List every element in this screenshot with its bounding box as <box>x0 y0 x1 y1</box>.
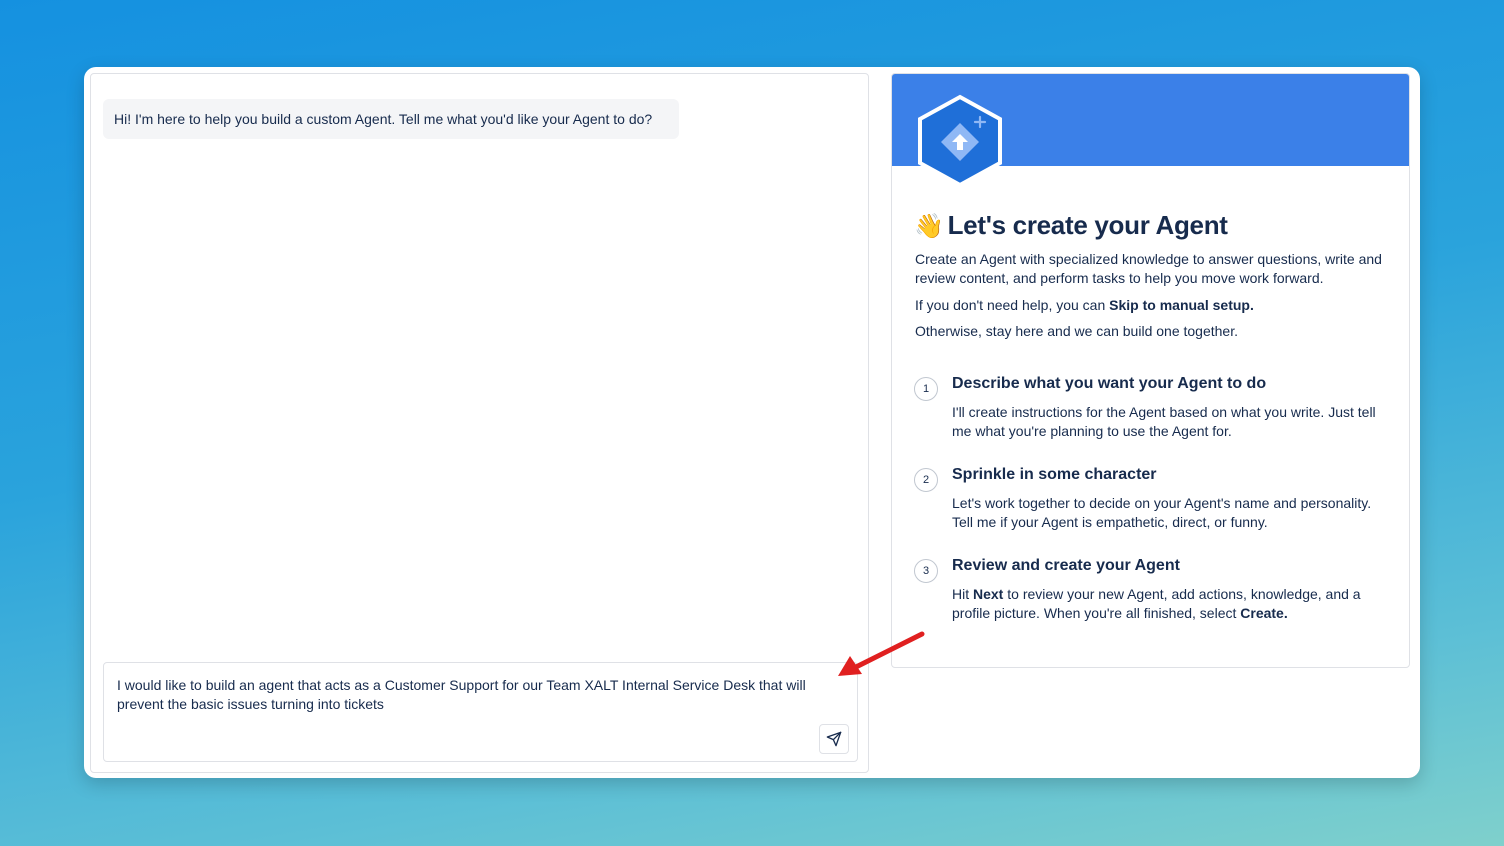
send-icon <box>826 731 842 747</box>
create-agent-info-panel: 👋 Let's create your Agent Create an Agent… <box>891 73 1410 668</box>
agent-hexagon-logo-icon <box>918 94 1002 188</box>
skip-text: If you don't need help, you can Skip to … <box>915 296 1385 315</box>
page-title-text: Let's create your Agent <box>947 210 1228 240</box>
step-desc-part: Hit <box>952 586 973 602</box>
step-number: 1 <box>914 377 938 401</box>
next-keyword: Next <box>973 586 1004 602</box>
step-number: 3 <box>914 559 938 583</box>
annotation-arrow-icon <box>838 631 925 676</box>
page-title: 👋 Let's create your Agent <box>914 210 1228 241</box>
agent-builder-window: Hi! I'm here to help you build a custom … <box>84 67 1420 778</box>
step-number: 2 <box>914 468 938 492</box>
intro-text: Create an Agent with specialized knowled… <box>915 251 1382 286</box>
step-description: Let's work together to decide on your Ag… <box>952 495 1372 530</box>
step-title: Sprinkle in some character <box>952 466 1157 483</box>
waving-hand-icon: 👋 <box>914 213 944 240</box>
skip-prefix: If you don't need help, you can <box>915 297 1110 313</box>
step-title: Review and create your Agent <box>952 557 1180 574</box>
bot-message-bubble: Hi! I'm here to help you build a custom … <box>103 99 679 139</box>
chat-input-field[interactable]: I would like to build an agent that acts… <box>117 676 837 714</box>
step-description: Hit Next to review your new Agent, add a… <box>952 585 1392 623</box>
chat-panel: Hi! I'm here to help you build a custom … <box>90 73 869 773</box>
chat-input-box[interactable]: I would like to build an agent that acts… <box>103 662 858 762</box>
step-title: Describe what you want your Agent to do <box>952 375 1267 392</box>
send-button[interactable] <box>819 724 849 754</box>
otherwise-text: Otherwise, stay here and we can build on… <box>915 323 1238 339</box>
step-desc-part: to review your new Agent, add actions, k… <box>952 586 1361 621</box>
create-keyword: Create. <box>1240 605 1288 621</box>
skip-to-manual-setup-link[interactable]: Skip to manual setup. <box>1109 297 1254 313</box>
step-description: I'll create instructions for the Agent b… <box>952 404 1376 439</box>
